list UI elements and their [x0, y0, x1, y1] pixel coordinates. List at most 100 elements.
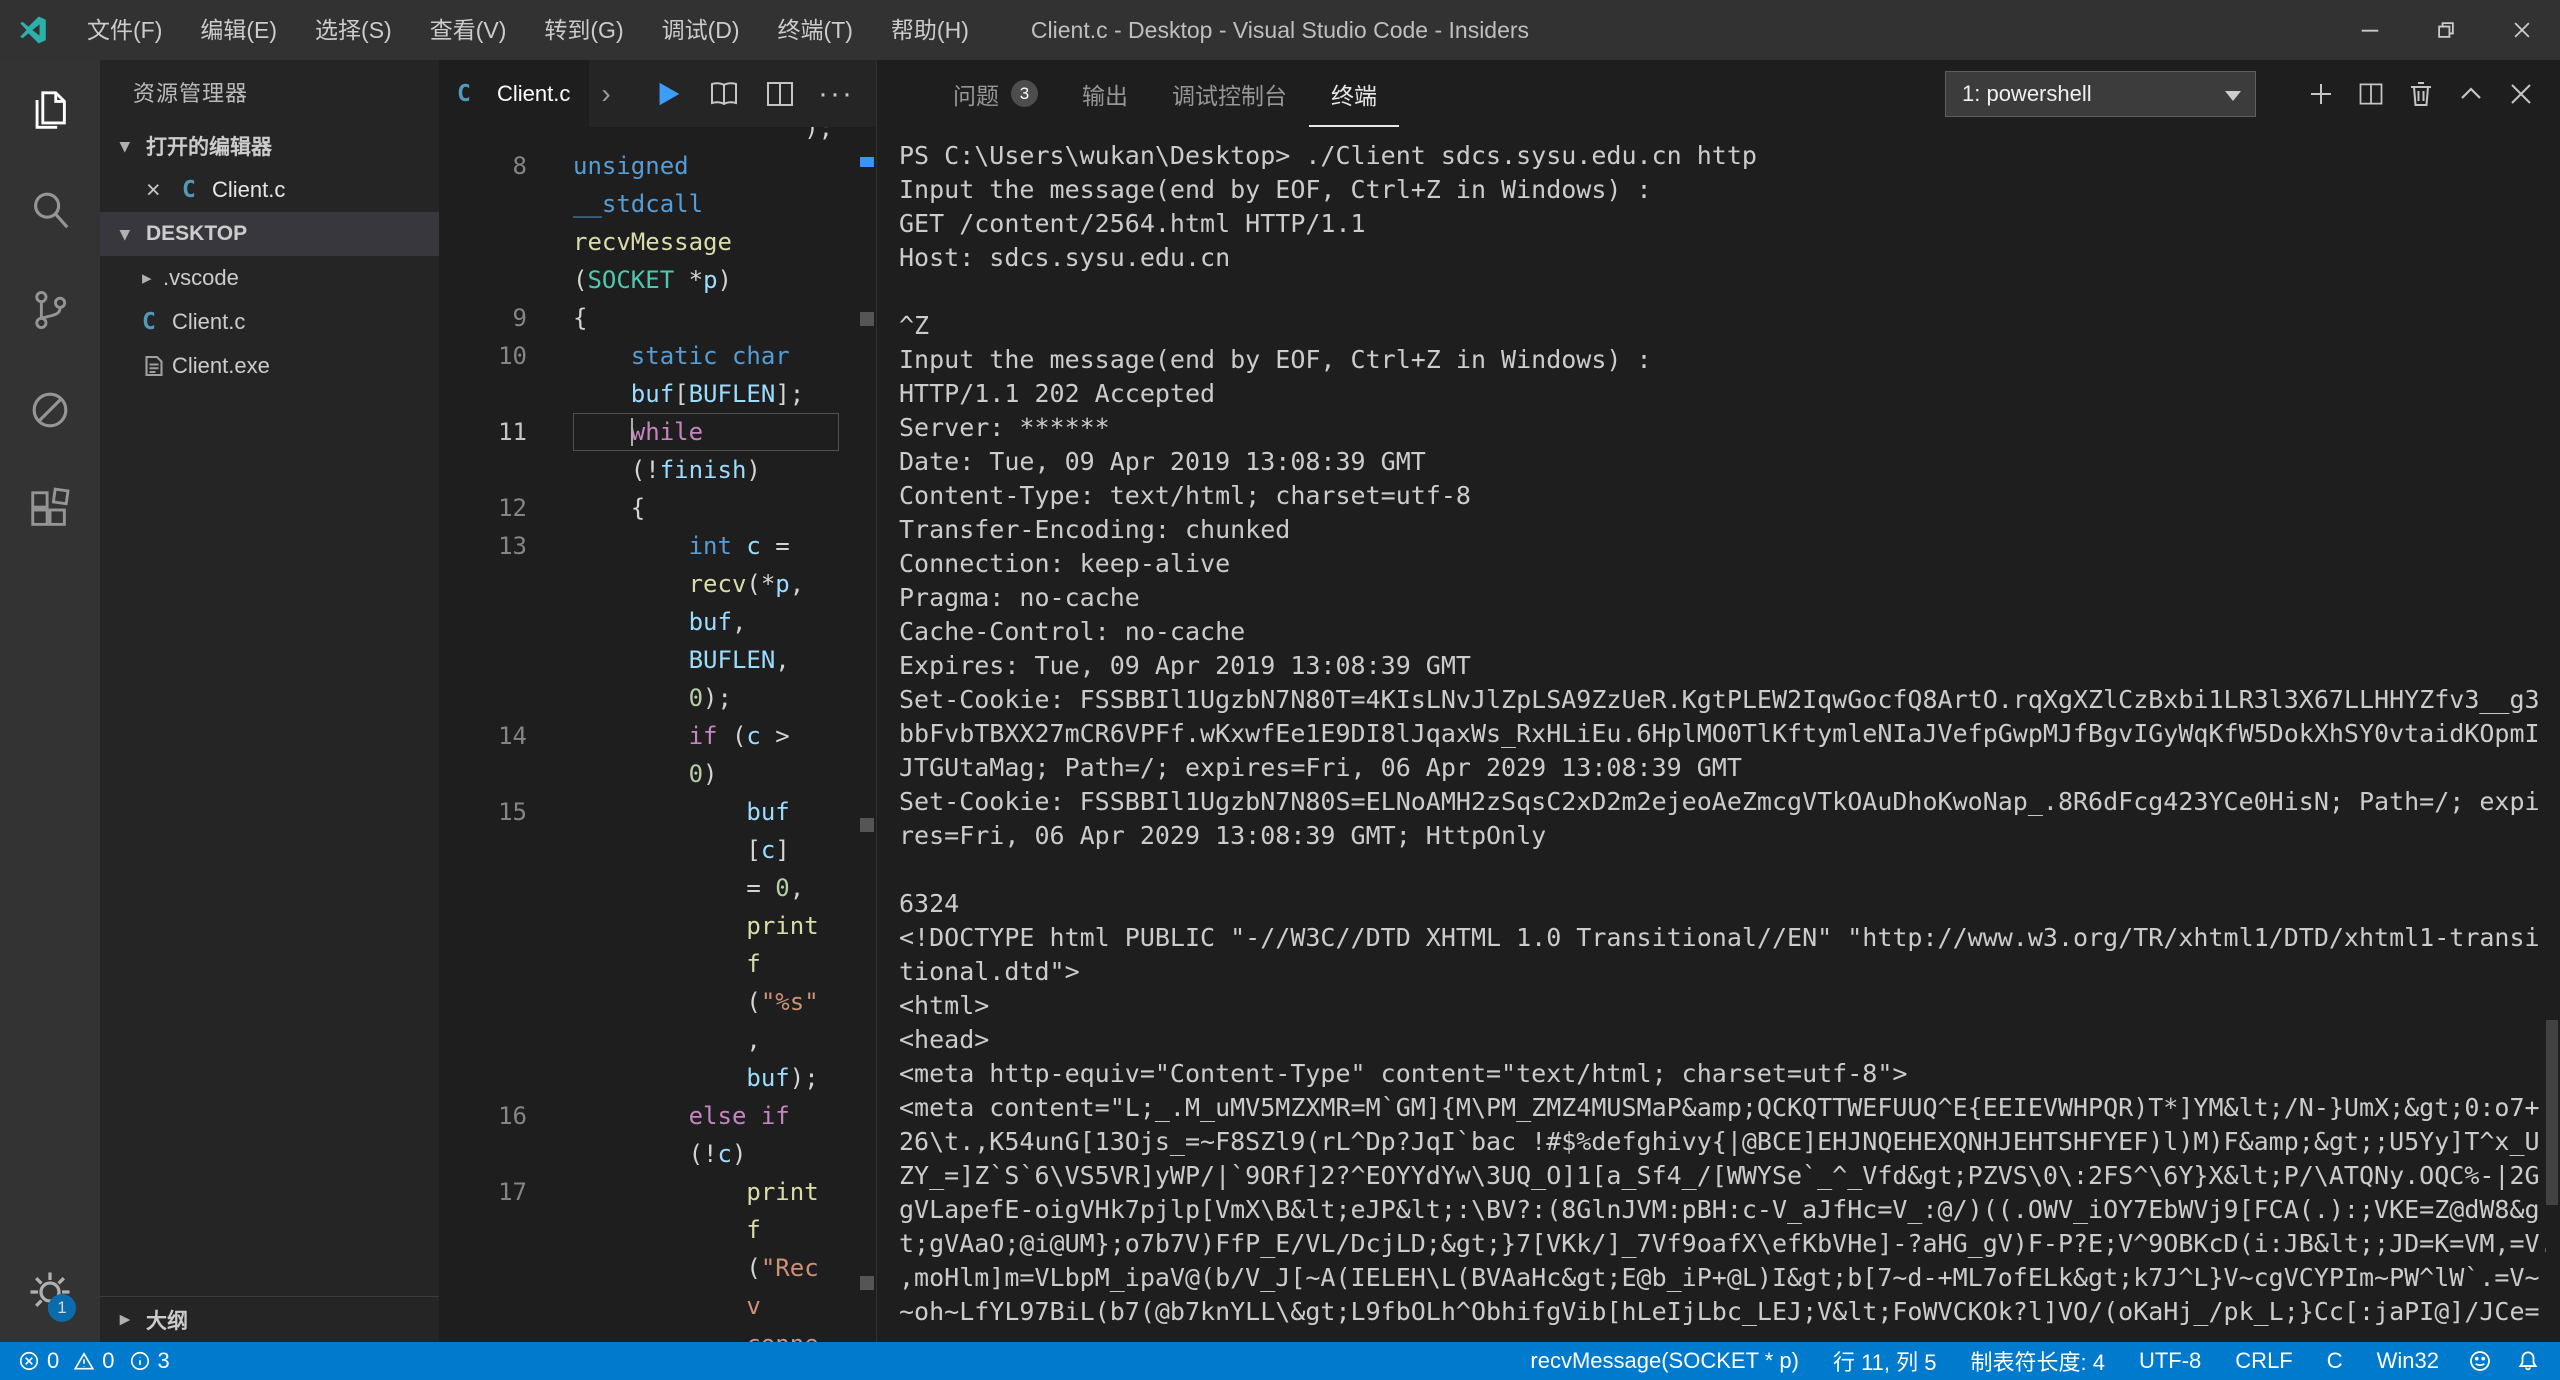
activity-debug[interactable] — [0, 360, 100, 460]
code-line[interactable]: f — [439, 945, 856, 983]
close-panel-button[interactable] — [2496, 69, 2546, 119]
code-line[interactable]: 9{ — [439, 299, 856, 337]
chevron-right-icon[interactable]: › — [589, 78, 623, 110]
code-line[interactable]: buf[BUFLEN]; — [439, 375, 856, 413]
code-token: ); — [573, 127, 834, 142]
status-indentation[interactable]: 制表符长度: 4 — [1954, 1345, 2122, 1377]
settings-gear-button[interactable]: 1 — [0, 1242, 100, 1342]
panel-tab-debug-console[interactable]: 调试控制台 — [1150, 60, 1309, 127]
terminal-line: ZY_=]Z`S`6\VS5VR]yWP/|`9ORf]2?^EOYYdYw\3… — [899, 1161, 2540, 1190]
code-line[interactable]: BUFLEN, — [439, 641, 856, 679]
activity-search[interactable] — [0, 160, 100, 260]
line-number — [439, 185, 527, 223]
code-line[interactable]: 14 if (c > — [439, 717, 856, 755]
code-line[interactable]: ("%s" — [439, 983, 856, 1021]
code-line[interactable]: __stdcall — [439, 185, 856, 223]
code-line[interactable]: = 0, — [439, 869, 856, 907]
tab-clientc[interactable]: C Client.c — [439, 60, 589, 127]
status-encoding[interactable]: UTF-8 — [2122, 1348, 2218, 1374]
terminal-line: ,moHlm]m=VLbpM_ipaV@(b/V_J[~A(IELEH\L(BV… — [899, 1263, 2540, 1292]
code-line[interactable]: print — [439, 907, 856, 945]
menu-help[interactable]: 帮助(H) — [872, 0, 988, 60]
section-outline[interactable]: ▸ 大纲 — [100, 1296, 439, 1342]
restore-button[interactable] — [2408, 0, 2484, 60]
status-platform[interactable]: Win32 — [2360, 1348, 2456, 1374]
terminal-picker[interactable]: 1: powershell — [1945, 70, 2256, 117]
code-line[interactable]: ("Rec — [439, 1249, 856, 1287]
code-token: ( — [573, 266, 588, 294]
close-window-button[interactable] — [2484, 0, 2560, 60]
code-line[interactable]: 12 { — [439, 489, 856, 527]
code-line[interactable]: f — [439, 1211, 856, 1249]
line-number — [439, 1325, 527, 1342]
activity-source-control[interactable] — [0, 260, 100, 360]
code-line[interactable]: (!c) — [439, 1135, 856, 1173]
code-line[interactable]: buf); — [439, 1059, 856, 1097]
open-editor-label: Client.c — [212, 177, 286, 202]
new-terminal-button[interactable] — [2296, 69, 2346, 119]
status-eol[interactable]: CRLF — [2218, 1348, 2309, 1374]
overview-marker — [860, 312, 874, 326]
code-line[interactable]: 8 unsigned — [439, 147, 856, 185]
code-line[interactable]: 16 else if — [439, 1097, 856, 1135]
tree-item-clientc[interactable]: C Client.c — [100, 300, 439, 344]
code-line[interactable]: conne — [439, 1325, 856, 1342]
section-folder-desktop[interactable]: ▾ DESKTOP — [100, 212, 439, 256]
code-line[interactable]: 17 print — [439, 1173, 856, 1211]
activity-explorer[interactable] — [0, 60, 100, 160]
code-line[interactable]: recvMessage — [439, 223, 856, 261]
menu-selection[interactable]: 选择(S) — [296, 0, 411, 60]
activity-extensions[interactable] — [0, 460, 100, 560]
open-preview-button[interactable] — [696, 66, 752, 122]
editor-scrollbar[interactable] — [856, 127, 876, 1342]
code-line[interactable]: (SOCKET *p) — [439, 261, 856, 299]
menu-terminal[interactable]: 终端(T) — [759, 0, 872, 60]
close-editor-icon[interactable]: × — [146, 176, 182, 205]
code-line[interactable]: buf, — [439, 603, 856, 641]
menu-debug[interactable]: 调试(D) — [643, 0, 759, 60]
code-line[interactable]: 0); — [439, 679, 856, 717]
maximize-panel-button[interactable] — [2446, 69, 2496, 119]
line-number — [439, 755, 527, 793]
section-open-editors[interactable]: ▾ 打开的编辑器 — [100, 124, 439, 168]
split-editor-button[interactable] — [752, 66, 808, 122]
menu-file[interactable]: 文件(F) — [68, 0, 181, 60]
menu-go[interactable]: 转到(G) — [525, 0, 642, 60]
code-line[interactable]: ); — [439, 127, 856, 147]
code-line[interactable]: , — [439, 1021, 856, 1059]
status-symbol-context[interactable]: recvMessage(SOCKET * p) — [1513, 1348, 1816, 1374]
terminal-view[interactable]: PS C:\Users\wukan\Desktop> ./Client sdcs… — [877, 127, 2546, 1342]
menu-view[interactable]: 查看(V) — [411, 0, 526, 60]
code-editor[interactable]: ); 8 unsigned __stdcall recvMessage (SOCKET *… — [439, 127, 856, 1342]
code-line[interactable]: 10 static char — [439, 337, 856, 375]
code-line[interactable]: v — [439, 1287, 856, 1325]
code-line[interactable]: 15 buf — [439, 793, 856, 831]
notifications-bell-button[interactable] — [2504, 1349, 2560, 1373]
panel-tab-terminal[interactable]: 终端 — [1309, 60, 1399, 127]
more-actions-button[interactable]: ··· — [808, 66, 864, 122]
code-line[interactable]: (!finish) — [439, 451, 856, 489]
code-line[interactable]: [c] — [439, 831, 856, 869]
kill-terminal-button[interactable] — [2396, 69, 2446, 119]
code-line[interactable]: 0) — [439, 755, 856, 793]
problems-status[interactable]: 0 0 3 — [18, 1348, 184, 1374]
status-cursor-position[interactable]: 行 11, 列 5 — [1816, 1345, 1954, 1377]
error-count: 0 — [47, 1348, 60, 1373]
open-editor-item-clientc[interactable]: × C Client.c — [100, 168, 439, 212]
split-terminal-button[interactable] — [2346, 69, 2396, 119]
status-language-mode[interactable]: C — [2310, 1348, 2360, 1374]
code-line[interactable]: 11 while — [439, 413, 856, 451]
panel-tab-output[interactable]: 输出 — [1060, 60, 1150, 127]
feedback-smiley-button[interactable] — [2456, 1349, 2504, 1373]
menu-edit[interactable]: 编辑(E) — [181, 0, 296, 60]
code-line[interactable]: 13 int c = — [439, 527, 856, 565]
code-text: f — [573, 945, 839, 983]
tree-item-clientexe[interactable]: Client.exe — [100, 344, 439, 388]
minimize-button[interactable] — [2332, 0, 2408, 60]
tree-item-vscode-folder[interactable]: ▸ .vscode — [100, 256, 439, 300]
code-line[interactable]: recv(*p, — [439, 565, 856, 603]
terminal-scrollbar[interactable] — [2546, 1020, 2558, 1205]
panel-tab-problems[interactable]: 问题 3 — [931, 60, 1060, 127]
run-file-button[interactable] — [640, 66, 696, 122]
